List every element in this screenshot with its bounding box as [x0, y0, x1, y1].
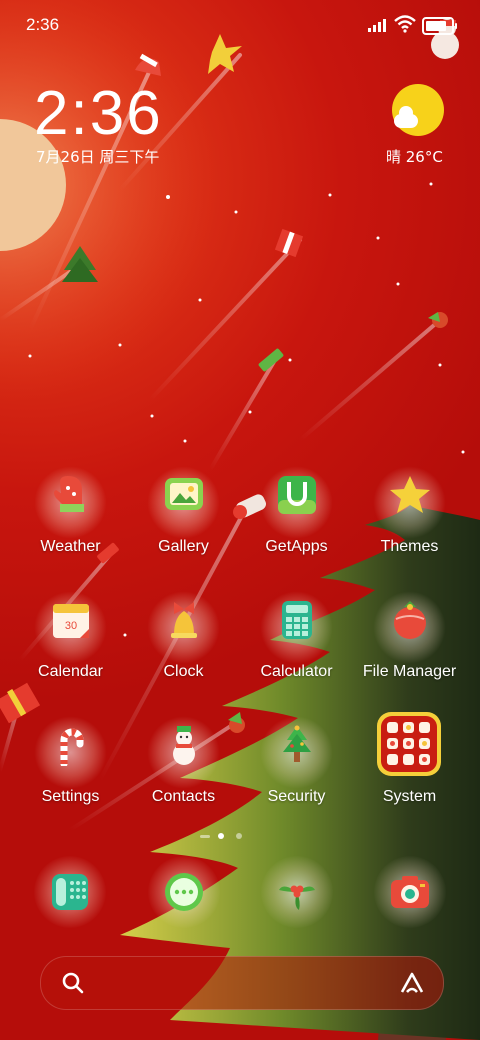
folder-mini-icons — [387, 722, 430, 765]
app-weather[interactable]: Weather — [14, 466, 127, 584]
app-label: Weather — [40, 538, 101, 555]
app-label: Settings — [41, 788, 100, 805]
calendar-badge: 30 — [65, 620, 77, 632]
mitten-icon — [54, 476, 84, 512]
star-icon — [390, 476, 430, 513]
app-contacts[interactable]: Contacts — [127, 716, 240, 834]
app-getapps[interactable]: GetApps — [240, 466, 353, 584]
search-bar[interactable] — [40, 956, 444, 1010]
app-label: Themes — [380, 538, 439, 555]
message-icon — [165, 873, 203, 911]
gallery-icon — [165, 478, 203, 510]
app-label: Security — [267, 788, 326, 805]
weather-text: 晴 26°C — [386, 148, 443, 166]
status-bar: 2:36 — [0, 0, 480, 50]
folder-icon — [381, 716, 437, 772]
holly-icon — [279, 885, 315, 910]
page-indicator[interactable] — [200, 830, 260, 842]
app-label: File Manager — [362, 663, 457, 680]
camera-icon — [391, 876, 429, 908]
cloud-shape — [394, 106, 418, 128]
app-label: Calculator — [260, 663, 333, 680]
app-calculator[interactable]: Calculator — [240, 591, 353, 709]
app-label: Calendar — [38, 663, 103, 680]
dock-browser[interactable] — [257, 852, 337, 932]
calculator-icon — [282, 601, 312, 639]
search-input[interactable] — [99, 969, 383, 999]
dock-camera[interactable] — [370, 852, 450, 932]
app-gallery[interactable]: Gallery — [127, 466, 240, 584]
signal-icon — [368, 19, 386, 32]
app-file-manager[interactable]: File Manager — [353, 591, 466, 709]
candy-cane-icon — [60, 728, 84, 766]
assistant-icon[interactable] — [399, 971, 425, 995]
wifi-icon — [394, 15, 416, 33]
bell-icon — [171, 602, 197, 638]
app-label: Gallery — [158, 538, 209, 555]
status-time: 2:36 — [26, 15, 60, 34]
snowman-icon — [173, 726, 195, 765]
clock-widget-date[interactable]: 7月26日 周三下午 — [36, 146, 159, 167]
calendar-icon: 30 — [53, 604, 89, 638]
app-system-folder[interactable]: System — [353, 712, 466, 834]
christmas-tree-icon — [283, 725, 311, 762]
dock-messaging[interactable] — [144, 852, 224, 932]
phone-icon — [52, 874, 88, 910]
page-dot-home — [200, 835, 210, 838]
app-label: Contacts — [151, 788, 216, 805]
app-calendar[interactable]: 30 Calendar — [14, 591, 127, 709]
app-themes[interactable]: Themes — [353, 466, 466, 584]
app-security[interactable]: Security — [240, 716, 353, 834]
app-clock[interactable]: Clock — [127, 591, 240, 709]
search-icon[interactable] — [61, 971, 85, 995]
getapps-icon — [278, 476, 316, 514]
app-label: Clock — [163, 663, 204, 680]
battery-icon — [422, 17, 457, 35]
page-dot — [236, 833, 242, 839]
app-label: System — [382, 788, 437, 805]
ornament-icon — [394, 601, 426, 639]
clock-widget-time[interactable]: 2:36 — [34, 78, 163, 149]
dock-phone[interactable] — [30, 852, 110, 932]
app-settings[interactable]: Settings — [14, 716, 127, 834]
page-dot-active — [218, 833, 224, 839]
app-label: GetApps — [265, 538, 328, 555]
